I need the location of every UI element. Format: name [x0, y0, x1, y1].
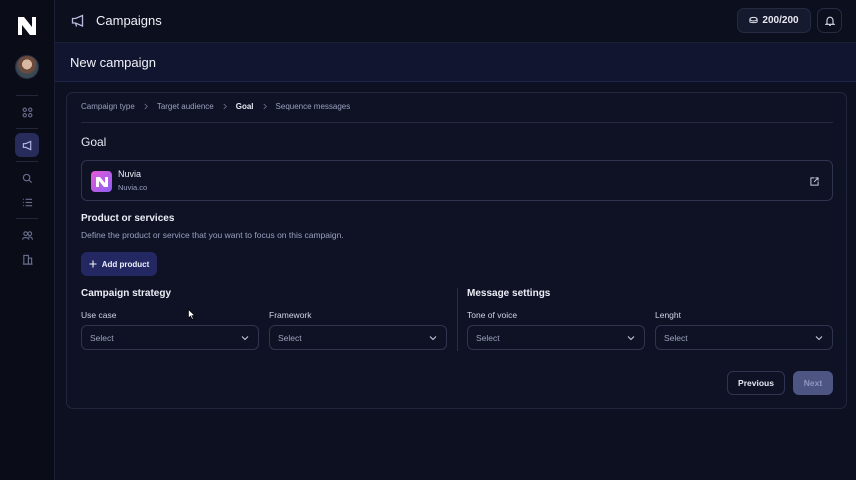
- credits-count: 200/200: [762, 15, 799, 26]
- tone-of-voice-select[interactable]: Select: [467, 325, 645, 350]
- company-logo: [91, 171, 112, 192]
- sidebar-item-companies[interactable]: [15, 247, 39, 271]
- sidebar-divider: [16, 95, 38, 96]
- coins-icon: [749, 16, 759, 24]
- logo-icon[interactable]: [16, 16, 38, 36]
- add-product-button[interactable]: Add product: [81, 252, 157, 276]
- chevron-down-icon: [429, 336, 437, 341]
- company-card[interactable]: Nuvia Nuvia.co: [81, 160, 833, 201]
- nuvia-logo-icon: [95, 176, 108, 187]
- breadcrumb: Campaign type Target audience Goal Seque…: [81, 102, 350, 111]
- mouse-cursor-icon: [188, 309, 196, 320]
- campaign-strategy-title: Campaign strategy: [81, 288, 172, 299]
- credits-badge[interactable]: 200/200: [737, 8, 811, 33]
- use-case-value: Select: [90, 333, 114, 343]
- breadcrumb-target-audience[interactable]: Target audience: [157, 102, 214, 111]
- chevron-right-icon: [223, 103, 227, 110]
- sidebar-item-dashboard[interactable]: [15, 100, 39, 124]
- sidebar-item-lists[interactable]: [15, 190, 39, 214]
- users-icon: [21, 230, 33, 240]
- previous-button[interactable]: Previous: [727, 371, 785, 395]
- products-description: Define the product or service that you w…: [81, 230, 344, 240]
- list-icon: [22, 198, 32, 206]
- app-section-title: Campaigns: [96, 13, 162, 28]
- chevron-right-icon: [262, 103, 267, 110]
- sidebar-item-search[interactable]: [15, 166, 39, 190]
- avatar[interactable]: [15, 55, 39, 79]
- page-header: New campaign: [55, 43, 856, 82]
- tone-of-voice-label: Tone of voice: [467, 310, 518, 320]
- notifications-button[interactable]: [817, 8, 842, 33]
- breadcrumb-sequence-messages[interactable]: Sequence messages: [276, 102, 351, 111]
- company-name: Nuvia: [118, 169, 142, 179]
- chevron-down-icon: [815, 336, 823, 341]
- tone-of-voice-value: Select: [476, 333, 500, 343]
- company-url: Nuvia.co: [118, 183, 148, 192]
- length-select[interactable]: Select: [655, 325, 833, 350]
- breadcrumb-goal[interactable]: Goal: [236, 102, 254, 111]
- length-label: Lenght: [655, 310, 681, 320]
- sidebar-item-campaigns[interactable]: [15, 133, 39, 157]
- add-product-label: Add product: [101, 259, 150, 269]
- use-case-label: Use case: [81, 310, 117, 320]
- products-title: Product or services: [81, 213, 175, 224]
- framework-select[interactable]: Select: [269, 325, 447, 350]
- sidebar-divider: [16, 218, 38, 219]
- top-bar: Campaigns 200/200: [55, 0, 856, 43]
- breadcrumb-divider: [81, 122, 833, 123]
- column-divider: [457, 288, 458, 351]
- building-icon: [22, 254, 33, 265]
- page-title: New campaign: [70, 55, 156, 70]
- sidebar-item-users[interactable]: [15, 223, 39, 247]
- breadcrumb-campaign-type[interactable]: Campaign type: [81, 102, 135, 111]
- framework-label: Framework: [269, 310, 312, 320]
- chevron-down-icon: [241, 336, 249, 341]
- message-settings-title: Message settings: [467, 288, 551, 299]
- plus-icon: [89, 260, 97, 268]
- sidebar-divider: [16, 128, 38, 129]
- megaphone-icon: [71, 14, 84, 27]
- chevron-right-icon: [144, 103, 148, 110]
- bell-icon: [824, 16, 835, 26]
- framework-value: Select: [278, 333, 302, 343]
- goal-title: Goal: [81, 135, 107, 149]
- use-case-select[interactable]: Select: [81, 325, 259, 350]
- length-value: Select: [664, 333, 688, 343]
- sidebar-divider: [16, 161, 38, 162]
- sidebar: [0, 0, 55, 480]
- chevron-down-icon: [627, 336, 635, 341]
- open-external-button[interactable]: [804, 171, 824, 191]
- external-link-icon: [809, 176, 819, 186]
- campaigns-icon: [22, 140, 31, 150]
- next-button[interactable]: Next: [793, 371, 833, 395]
- dashboard-icon: [22, 107, 32, 117]
- search-icon: [22, 173, 32, 183]
- campaign-form-card: Campaign type Target audience Goal Seque…: [66, 92, 847, 409]
